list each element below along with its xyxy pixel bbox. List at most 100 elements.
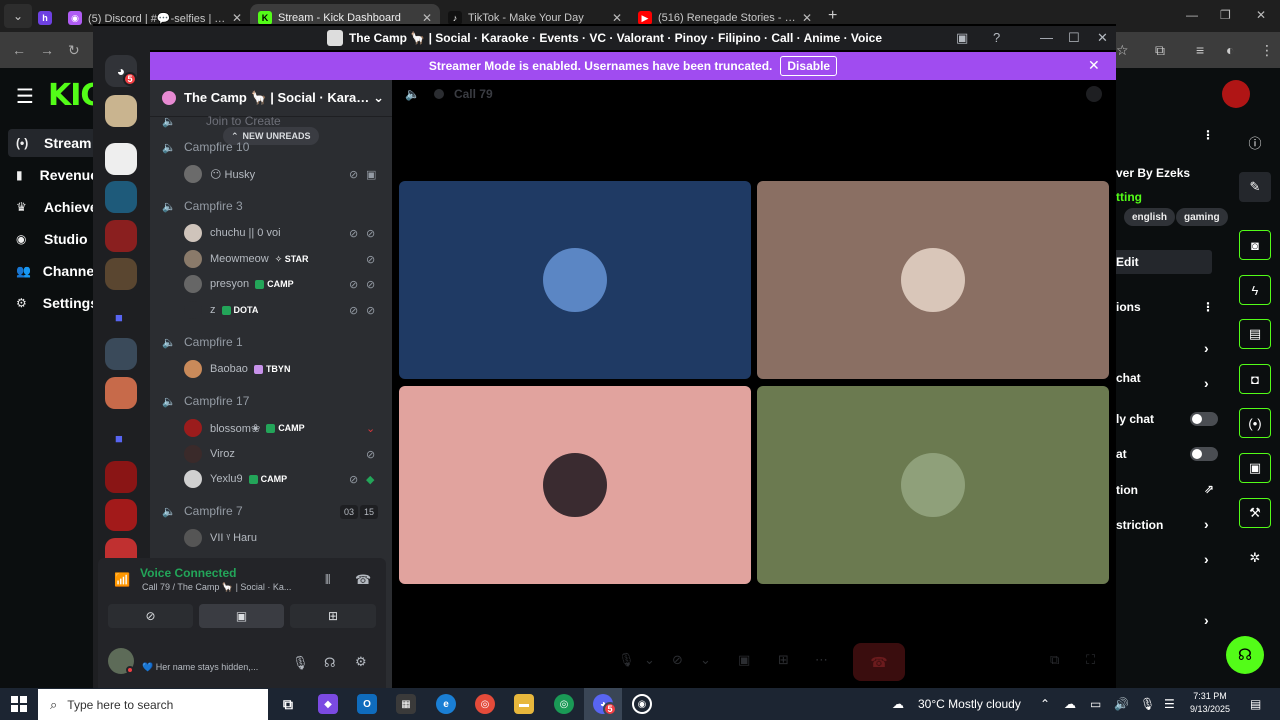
volume-icon[interactable]: 🔊 <box>1114 697 1129 711</box>
chat-bubble-icon[interactable]: ◘ <box>1239 364 1271 394</box>
favorite-star-icon[interactable]: ☆ <box>1116 42 1129 59</box>
server-icon[interactable] <box>105 258 137 290</box>
folder-icon[interactable]: ■ <box>115 310 123 325</box>
gear-icon[interactable]: ⚙ <box>355 654 367 670</box>
camera-off-icon[interactable]: ⊘ <box>672 652 683 668</box>
restore-icon[interactable]: ❐ <box>1220 8 1231 22</box>
edge-icon[interactable]: e <box>436 694 456 714</box>
browser-tab-0[interactable]: h <box>32 4 60 32</box>
close-icon[interactable]: ✕ <box>612 11 622 25</box>
notifications-icon[interactable]: ▤ <box>1250 697 1261 711</box>
voice-channel[interactable]: 🔈 Campfire 3 <box>162 199 243 213</box>
voice-channel[interactable]: 🔈 Campfire 10 <box>162 140 249 154</box>
copilot-icon[interactable]: ◆ <box>318 694 338 714</box>
close-icon[interactable]: ✕ <box>802 11 812 25</box>
obs-icon[interactable]: ◉ <box>632 694 652 714</box>
close-window-icon[interactable]: ✕ <box>1097 30 1108 46</box>
maximize-icon[interactable]: ☐ <box>1068 30 1080 46</box>
close-icon[interactable]: ✕ <box>232 11 242 25</box>
voice-user[interactable]: presyon CAMP <box>184 275 294 293</box>
voice-channel-join-to-create[interactable]: 🔈 Join to Create <box>162 114 281 128</box>
activity-button[interactable]: ⊞ <box>290 604 376 628</box>
toggle-switch[interactable] <box>1190 412 1218 426</box>
headphones-icon[interactable]: ☊ <box>324 655 336 671</box>
task-view-icon[interactable]: ⧉ <box>278 694 298 714</box>
windows-start-icon[interactable] <box>11 696 27 712</box>
kick-nav-achievements[interactable]: ♛ Achieve <box>8 193 98 221</box>
disconnect-icon[interactable]: ☎ <box>355 572 371 588</box>
notes-icon[interactable]: ▤ <box>1239 319 1271 349</box>
taskbar-search-input[interactable]: ⌕ Type here to search <box>38 689 268 720</box>
info-icon[interactable]: ⓘ <box>1239 127 1271 157</box>
help-icon[interactable]: ? <box>993 30 1000 45</box>
wrench-icon[interactable]: ⚒ <box>1239 498 1271 528</box>
outlook-icon[interactable]: O <box>357 694 377 714</box>
back-icon[interactable]: ← <box>12 42 26 58</box>
screen-share-icon[interactable]: ▣ <box>738 652 750 668</box>
camera-icon[interactable]: ◙ <box>1239 230 1271 260</box>
chevron-down-icon[interactable]: ⌄ <box>700 652 711 668</box>
camera-off-button[interactable]: ⊘ <box>108 604 193 628</box>
server-icon[interactable] <box>105 461 137 493</box>
headset-support-icon[interactable]: ☊ <box>1226 636 1264 674</box>
onedrive-icon[interactable]: ☁ <box>1064 697 1076 711</box>
chevron-right-icon[interactable]: › <box>1204 516 1209 532</box>
screen-share-button[interactable]: ▣ <box>199 604 284 628</box>
profile-icon[interactable]: ◐ <box>1226 42 1234 58</box>
wifi-icon[interactable]: ☰ <box>1164 697 1175 711</box>
voice-user[interactable]: blossom❀ CAMP <box>184 419 305 437</box>
toggle-switch[interactable] <box>1190 447 1218 461</box>
server-icon[interactable] <box>105 377 137 409</box>
video-tile[interactable] <box>757 386 1109 584</box>
pop-out-icon[interactable]: ⧉ <box>1050 652 1059 668</box>
chevron-right-icon[interactable]: › <box>1204 340 1209 356</box>
store-icon[interactable]: ▦ <box>396 694 416 714</box>
folder-icon[interactable]: ■ <box>115 431 123 446</box>
share-icon[interactable]: ✲ <box>1239 543 1271 573</box>
signal-icon[interactable]: 📶 <box>114 572 130 588</box>
chrome-icon[interactable]: ◎ <box>475 694 495 714</box>
reload-icon[interactable]: ↻ <box>68 42 80 59</box>
server-icon[interactable] <box>105 499 137 531</box>
extensions-icon[interactable]: ⧉ <box>1155 42 1165 59</box>
fullscreen-icon[interactable]: ⛶ <box>1086 652 1095 668</box>
voice-user[interactable]: Yexlu9 CAMP <box>184 470 287 488</box>
battery-icon[interactable]: ▭ <box>1090 697 1101 711</box>
server-icon[interactable] <box>105 95 137 127</box>
kick-nav-channel[interactable]: 👥 Channel <box>8 257 98 285</box>
lightning-icon[interactable]: ϟ <box>1239 275 1271 305</box>
chrome-profile-icon[interactable]: ◎ <box>554 694 574 714</box>
edit-stream-button[interactable]: Edit <box>1112 250 1212 274</box>
microphone-icon[interactable]: 🎙 <box>1140 697 1155 711</box>
forward-icon[interactable]: → <box>40 42 54 58</box>
voice-channel[interactable]: 🔈 Campfire 1 <box>162 335 243 349</box>
chevron-down-icon[interactable]: ⌄ <box>644 652 655 668</box>
file-explorer-icon[interactable]: ▬ <box>514 694 534 714</box>
video-tile[interactable] <box>399 181 751 379</box>
weather-icon[interactable]: ☁ <box>892 697 904 711</box>
voice-user[interactable]: VII ᵞ Haru <box>184 529 257 547</box>
noise-suppression-icon[interactable]: ⫴ <box>325 572 330 588</box>
browser-menu-icon[interactable]: ⋮ <box>1260 42 1274 59</box>
inbox-icon[interactable]: ▣ <box>956 30 968 46</box>
close-window-icon[interactable]: ✕ <box>1256 8 1266 22</box>
chevron-right-icon[interactable]: › <box>1204 551 1209 567</box>
disable-button[interactable]: Disable <box>780 56 838 76</box>
kick-nav-settings[interactable]: ⚙ Settings <box>8 289 98 317</box>
more-options-icon[interactable]: ⋮ <box>1202 128 1214 142</box>
kick-nav-studio[interactable]: ◉ Studio <box>8 225 98 253</box>
server-icon[interactable] <box>105 181 137 213</box>
voice-user[interactable]: Baobao TBYN <box>184 360 290 378</box>
weather-text[interactable]: 30°C Mostly cloudy <box>918 697 1021 711</box>
monitor-icon[interactable]: ▣ <box>1239 453 1271 483</box>
server-header[interactable]: The Camp 🦙 | Social · Karaok... ⌄ <box>162 90 384 106</box>
microphone-icon[interactable]: 🎙 <box>292 655 309 671</box>
pencil-icon[interactable]: ✎ <box>1239 172 1271 202</box>
minimize-icon[interactable]: — <box>1186 8 1198 22</box>
minimize-icon[interactable]: — <box>1040 30 1053 45</box>
clock[interactable]: 7:31 PM 9/13/2025 <box>1180 690 1240 716</box>
voice-user[interactable]: chuchu || 0 voi <box>184 224 281 242</box>
new-tab-button[interactable]: + <box>828 7 837 25</box>
kick-nav-stream[interactable]: (•) Stream <box>8 129 98 157</box>
more-options-icon[interactable]: ⋮ <box>1202 300 1214 314</box>
